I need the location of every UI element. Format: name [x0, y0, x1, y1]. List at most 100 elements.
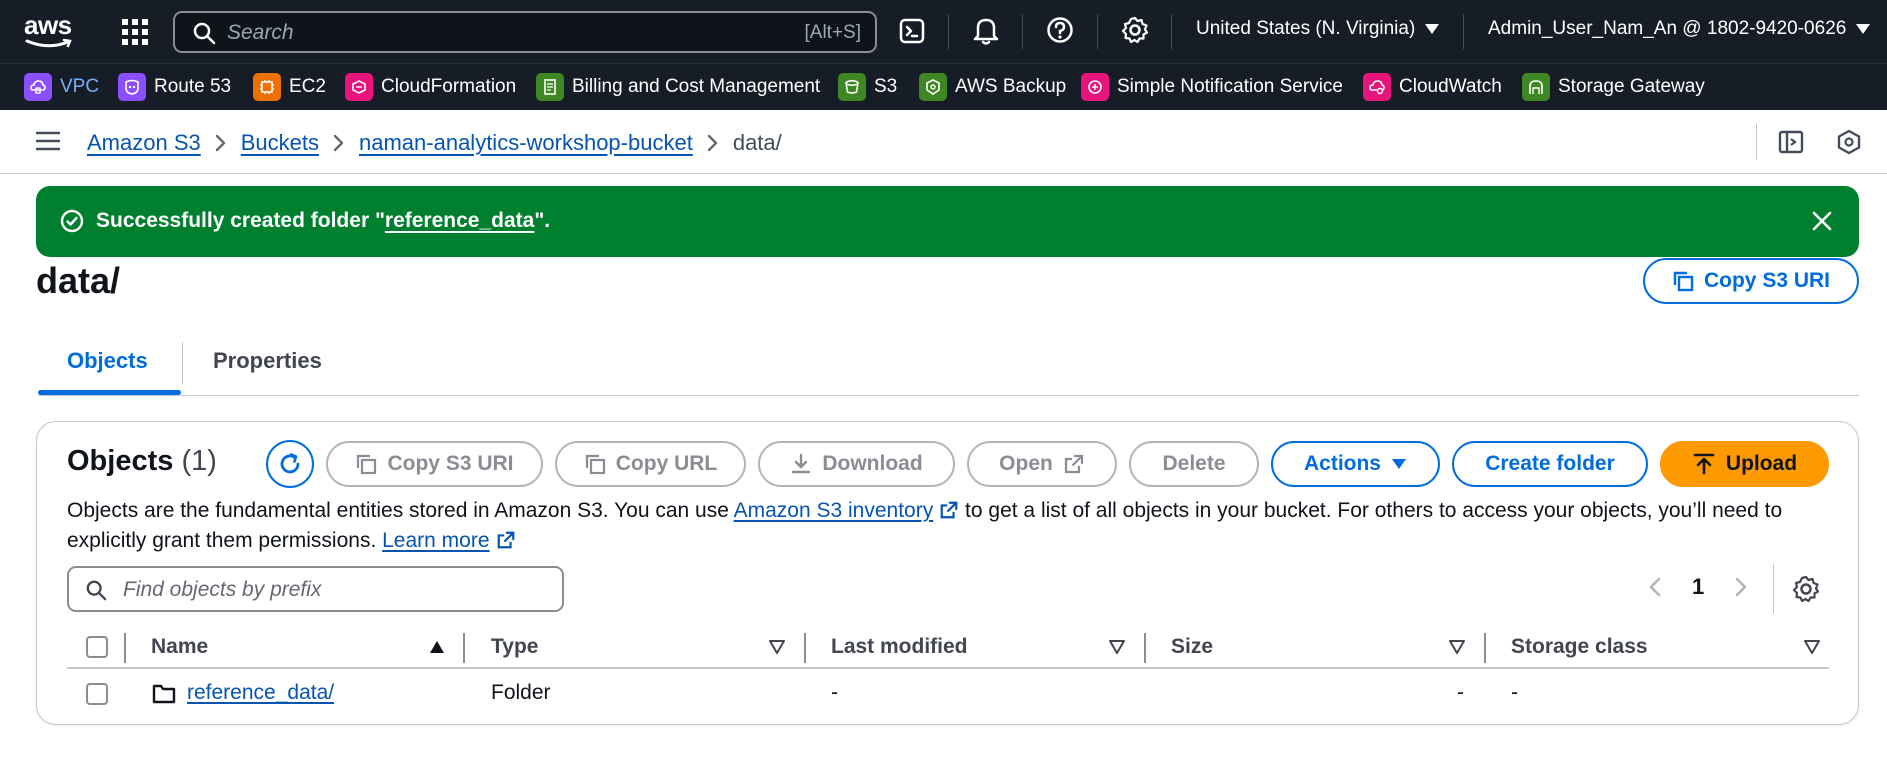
- upload-button[interactable]: Upload: [1660, 441, 1829, 487]
- account-menu[interactable]: Admin_User_Nam_An @ 1802-9420-0626: [1488, 18, 1871, 40]
- download-icon: [790, 453, 812, 475]
- object-last-modified: -: [831, 681, 838, 704]
- column-divider: [463, 633, 465, 663]
- services-menu-icon[interactable]: [120, 17, 150, 47]
- row-checkbox[interactable]: [86, 683, 108, 705]
- divider: [1463, 14, 1464, 49]
- column-header-last-modified[interactable]: Last modified: [831, 635, 968, 659]
- caret-down-icon: [1856, 24, 1871, 34]
- sort-icon[interactable]: [1449, 640, 1465, 654]
- global-search-input[interactable]: Search [Alt+S]: [173, 11, 877, 53]
- column-header-type[interactable]: Type: [491, 635, 538, 659]
- flash-folder-link[interactable]: reference_data: [385, 209, 534, 232]
- close-icon[interactable]: [1811, 210, 1833, 232]
- external-link-icon: [939, 500, 959, 520]
- aws-logo[interactable]: aws: [24, 12, 76, 50]
- column-divider: [1144, 633, 1146, 663]
- success-flash-banner: Successfully created folder "reference_d…: [36, 186, 1859, 257]
- table-header: Name Type Last modified Size Storage cla…: [67, 627, 1829, 669]
- object-storage-class: -: [1511, 681, 1518, 704]
- table-preferences-gear-icon[interactable]: [1792, 575, 1820, 603]
- favorite-cloudformation[interactable]: CloudFormation: [345, 72, 516, 102]
- objects-description: Objects are the fundamental entities sto…: [67, 499, 1783, 552]
- column-header-storage-class[interactable]: Storage class: [1511, 635, 1648, 659]
- favorite-route53[interactable]: Route 53: [118, 72, 231, 102]
- tab-properties[interactable]: Properties: [213, 348, 322, 374]
- billing-icon: [536, 73, 564, 101]
- storage-gateway-icon: [1522, 73, 1550, 101]
- cloudshell-icon[interactable]: [899, 16, 929, 46]
- favorite-storage-gateway[interactable]: Storage Gateway: [1522, 72, 1705, 102]
- divider: [1097, 14, 1098, 49]
- column-divider: [804, 633, 806, 663]
- external-link-icon: [496, 530, 516, 550]
- vpc-icon: [24, 73, 52, 101]
- column-divider: [1484, 633, 1486, 663]
- sort-icon[interactable]: [1804, 640, 1820, 654]
- search-icon: [193, 22, 216, 45]
- cloudwatch-icon: [1363, 73, 1391, 101]
- objects-count: (1): [181, 445, 217, 477]
- ec2-icon: [253, 73, 281, 101]
- breadcrumb-bucket[interactable]: naman-analytics-workshop-bucket: [359, 130, 693, 156]
- search-placeholder: Search: [227, 21, 294, 44]
- column-header-name[interactable]: Name: [151, 635, 208, 659]
- favorite-cloudwatch[interactable]: CloudWatch: [1363, 72, 1502, 102]
- create-folder-button[interactable]: Create folder: [1452, 441, 1648, 487]
- filter-placeholder: Find objects by prefix: [123, 578, 322, 601]
- breadcrumb-buckets[interactable]: Buckets: [241, 130, 319, 156]
- upload-icon: [1692, 452, 1716, 476]
- column-header-size[interactable]: Size: [1171, 635, 1213, 659]
- table-row: reference_data/ Folder - - -: [67, 671, 1829, 717]
- favorite-aws-backup[interactable]: AWS Backup: [919, 72, 1066, 102]
- assistant-hexagon-icon[interactable]: [1836, 129, 1862, 155]
- search-icon: [85, 579, 107, 601]
- chevron-left-icon[interactable]: [1648, 576, 1662, 598]
- help-icon[interactable]: [1046, 16, 1076, 46]
- chevron-right-icon: [215, 134, 227, 152]
- chevron-right-icon: [707, 134, 719, 152]
- object-name-link[interactable]: reference_data/: [187, 681, 334, 705]
- region-selector[interactable]: United States (N. Virginia): [1196, 18, 1440, 40]
- sort-ascending-icon[interactable]: [429, 640, 445, 654]
- refresh-button[interactable]: [266, 440, 314, 488]
- object-size: -: [1457, 681, 1464, 704]
- settings-gear-icon[interactable]: [1121, 16, 1151, 46]
- breadcrumb: Amazon S3 Buckets naman-analytics-worksh…: [87, 130, 782, 156]
- object-type: Folder: [491, 681, 551, 704]
- delete-button[interactable]: Delete: [1129, 441, 1259, 487]
- favorite-s3[interactable]: S3: [838, 72, 897, 102]
- select-all-checkbox[interactable]: [86, 636, 108, 658]
- sort-icon[interactable]: [1109, 640, 1125, 654]
- tab-objects[interactable]: Objects: [67, 348, 148, 374]
- external-link-icon: [1063, 453, 1085, 475]
- actions-dropdown-button[interactable]: Actions: [1271, 441, 1440, 487]
- s3-inventory-link[interactable]: Amazon S3 inventory: [734, 499, 934, 522]
- divider: [1171, 14, 1172, 49]
- s3-icon: [838, 73, 866, 101]
- copy-s3-uri-header-button[interactable]: Copy S3 URI: [1643, 258, 1859, 304]
- favorite-vpc[interactable]: VPC: [24, 72, 99, 102]
- learn-more-link[interactable]: Learn more: [382, 529, 489, 552]
- top-navigation: aws Search [Alt+S] United States (N. Vir…: [0, 0, 1887, 63]
- sort-icon[interactable]: [769, 640, 785, 654]
- favorite-ec2[interactable]: EC2: [253, 72, 326, 102]
- backup-icon: [919, 73, 947, 101]
- copy-s3-uri-button[interactable]: Copy S3 URI: [326, 441, 543, 487]
- page-number[interactable]: 1: [1692, 574, 1704, 600]
- folder-icon: [152, 683, 176, 705]
- open-button[interactable]: Open: [967, 441, 1117, 487]
- copy-url-button[interactable]: Copy URL: [555, 441, 746, 487]
- chevron-right-icon: [333, 134, 345, 152]
- side-panel-toggle-icon[interactable]: [1778, 129, 1804, 155]
- favorite-billing[interactable]: Billing and Cost Management: [536, 72, 820, 102]
- find-objects-input[interactable]: Find objects by prefix: [67, 566, 564, 612]
- download-button[interactable]: Download: [758, 441, 955, 487]
- menu-hamburger-icon[interactable]: [36, 131, 60, 151]
- breadcrumb-amazon-s3[interactable]: Amazon S3: [87, 130, 201, 156]
- chevron-right-icon[interactable]: [1734, 576, 1748, 598]
- favorite-sns[interactable]: Simple Notification Service: [1081, 72, 1343, 102]
- tab-list: Objects Properties: [38, 330, 1859, 396]
- breadcrumb-current: data/: [732, 130, 782, 155]
- notifications-bell-icon[interactable]: [972, 16, 1002, 46]
